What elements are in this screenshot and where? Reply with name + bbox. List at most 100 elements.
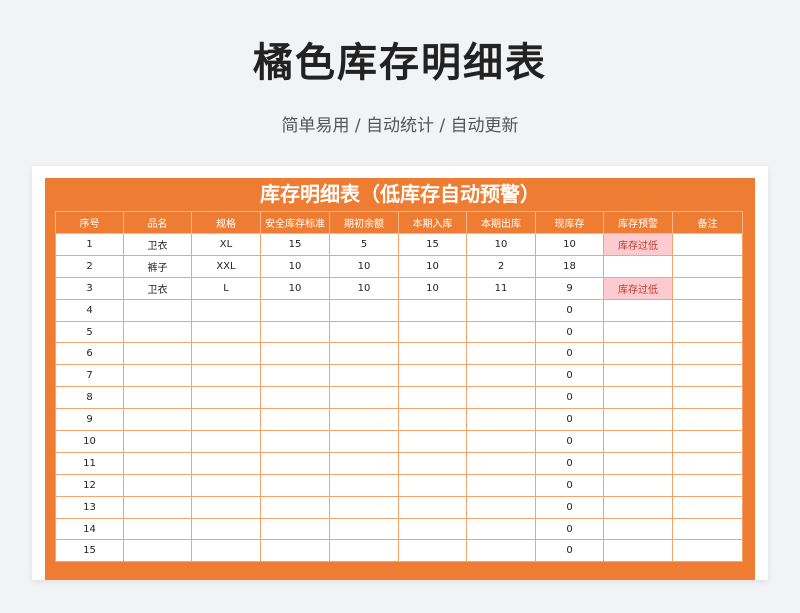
table-cell[interactable] <box>329 364 399 388</box>
stock-warning-cell[interactable] <box>603 495 673 519</box>
table-cell[interactable] <box>260 320 330 344</box>
stock-warning-cell[interactable]: 库存过低 <box>603 233 673 256</box>
table-cell[interactable]: 8 <box>55 386 124 410</box>
table-cell[interactable]: 3 <box>55 276 124 300</box>
table-cell[interactable] <box>329 451 399 475</box>
table-cell[interactable] <box>191 539 261 563</box>
table-cell[interactable]: 15 <box>260 233 330 256</box>
table-cell[interactable] <box>466 408 536 432</box>
table-cell[interactable] <box>191 386 261 410</box>
table-cell[interactable] <box>466 473 536 497</box>
table-cell[interactable]: 10 <box>398 254 467 278</box>
table-cell[interactable]: 卫衣 <box>123 233 192 256</box>
table-cell[interactable]: 0 <box>535 386 604 410</box>
table-cell[interactable] <box>329 342 399 366</box>
column-header[interactable]: 库存预警 <box>603 211 673 234</box>
table-cell[interactable]: 10 <box>329 254 399 278</box>
table-cell[interactable] <box>672 495 743 519</box>
table-cell[interactable] <box>123 342 192 366</box>
table-cell[interactable] <box>398 495 467 519</box>
table-cell[interactable]: 5 <box>55 320 124 344</box>
table-cell[interactable] <box>466 495 536 519</box>
table-cell[interactable]: XXL <box>191 254 261 278</box>
table-cell[interactable] <box>672 320 743 344</box>
table-cell[interactable] <box>123 517 192 541</box>
table-cell[interactable] <box>260 451 330 475</box>
table-cell[interactable] <box>466 517 536 541</box>
table-cell[interactable] <box>398 386 467 410</box>
table-cell[interactable]: 1 <box>55 233 124 256</box>
stock-warning-cell[interactable] <box>603 320 673 344</box>
table-cell[interactable] <box>672 254 743 278</box>
table-cell[interactable] <box>260 430 330 453</box>
table-cell[interactable]: 0 <box>535 539 604 563</box>
table-cell[interactable]: 13 <box>55 495 124 519</box>
table-cell[interactable] <box>466 430 536 453</box>
table-cell[interactable] <box>191 473 261 497</box>
table-cell[interactable] <box>191 408 261 432</box>
table-cell[interactable]: L <box>191 276 261 300</box>
stock-warning-cell[interactable] <box>603 364 673 388</box>
table-cell[interactable] <box>260 517 330 541</box>
table-cell[interactable] <box>398 517 467 541</box>
table-cell[interactable]: XL <box>191 233 261 256</box>
table-cell[interactable]: 11 <box>466 276 536 300</box>
table-cell[interactable] <box>329 473 399 497</box>
table-cell[interactable] <box>123 495 192 519</box>
table-cell[interactable] <box>191 430 261 453</box>
table-cell[interactable] <box>329 495 399 519</box>
stock-warning-cell[interactable] <box>603 517 673 541</box>
table-cell[interactable] <box>123 473 192 497</box>
table-cell[interactable] <box>672 473 743 497</box>
table-cell[interactable] <box>191 517 261 541</box>
table-cell[interactable]: 0 <box>535 495 604 519</box>
table-cell[interactable] <box>672 517 743 541</box>
table-cell[interactable] <box>329 320 399 344</box>
table-cell[interactable] <box>672 430 743 453</box>
table-cell[interactable] <box>123 298 192 322</box>
table-cell[interactable]: 卫衣 <box>123 276 192 300</box>
stock-warning-cell[interactable] <box>603 430 673 453</box>
stock-warning-cell[interactable] <box>603 408 673 432</box>
column-header[interactable]: 安全库存标准 <box>260 211 330 234</box>
table-cell[interactable]: 4 <box>55 298 124 322</box>
table-cell[interactable] <box>672 451 743 475</box>
table-cell[interactable] <box>329 430 399 453</box>
table-cell[interactable]: 0 <box>535 408 604 432</box>
table-cell[interactable]: 2 <box>55 254 124 278</box>
table-cell[interactable] <box>672 233 743 256</box>
table-cell[interactable] <box>398 364 467 388</box>
table-cell[interactable] <box>123 539 192 563</box>
table-cell[interactable] <box>191 364 261 388</box>
table-cell[interactable]: 0 <box>535 451 604 475</box>
table-cell[interactable]: 18 <box>535 254 604 278</box>
table-cell[interactable] <box>466 539 536 563</box>
column-header[interactable]: 序号 <box>55 211 124 234</box>
table-cell[interactable]: 2 <box>466 254 536 278</box>
table-cell[interactable] <box>329 386 399 410</box>
table-cell[interactable]: 0 <box>535 298 604 322</box>
table-cell[interactable]: 9 <box>535 276 604 300</box>
table-cell[interactable] <box>466 364 536 388</box>
table-cell[interactable] <box>191 298 261 322</box>
column-header[interactable]: 本期出库 <box>466 211 536 234</box>
table-cell[interactable] <box>672 408 743 432</box>
column-header[interactable]: 备注 <box>672 211 743 234</box>
table-cell[interactable]: 15 <box>398 233 467 256</box>
stock-warning-cell[interactable] <box>603 451 673 475</box>
table-cell[interactable] <box>123 320 192 344</box>
table-cell[interactable] <box>398 342 467 366</box>
table-cell[interactable] <box>260 495 330 519</box>
table-cell[interactable] <box>466 320 536 344</box>
table-cell[interactable] <box>672 364 743 388</box>
table-cell[interactable] <box>260 386 330 410</box>
table-cell[interactable]: 0 <box>535 430 604 453</box>
column-header[interactable]: 本期入库 <box>398 211 467 234</box>
table-cell[interactable]: 12 <box>55 473 124 497</box>
table-cell[interactable] <box>123 430 192 453</box>
stock-warning-cell[interactable] <box>603 342 673 366</box>
table-cell[interactable] <box>260 473 330 497</box>
table-cell[interactable] <box>123 408 192 432</box>
table-cell[interactable]: 0 <box>535 364 604 388</box>
table-cell[interactable] <box>672 539 743 563</box>
